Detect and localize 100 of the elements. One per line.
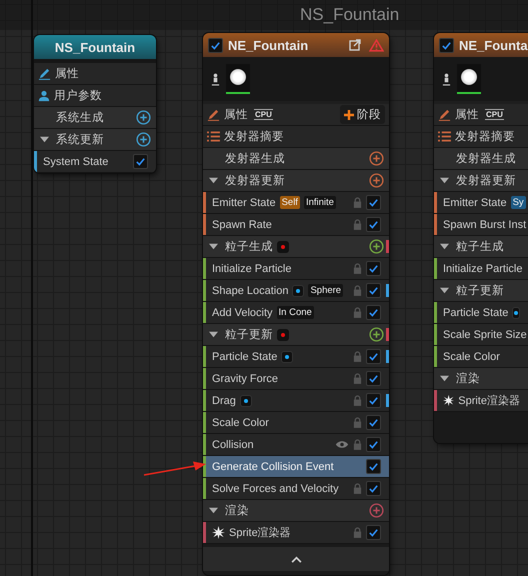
module-checkbox[interactable] <box>366 437 381 452</box>
stage-header[interactable]: 系统生成 <box>34 107 156 129</box>
module-row[interactable]: Emitter State Self Infinite <box>203 192 389 214</box>
properties-row[interactable]: 属性 CPU <box>434 104 528 126</box>
module-row[interactable]: Add Velocity In Cone <box>203 302 389 324</box>
module-row[interactable]: Spawn Burst Inst <box>434 214 528 236</box>
module-name: Drag <box>212 394 236 406</box>
module-name: Sprite渲染器 <box>458 394 520 408</box>
stage-label: 发射器更新 <box>456 173 516 188</box>
expand-arrow-icon[interactable] <box>440 374 449 383</box>
expand-arrow-icon[interactable] <box>440 242 449 251</box>
module-row[interactable]: System State <box>34 151 156 173</box>
add-module-icon[interactable] <box>369 239 384 254</box>
user-params-row[interactable]: 用户参数 <box>34 85 156 107</box>
add-module-icon[interactable] <box>369 327 384 342</box>
module-row[interactable]: Scale Color <box>203 412 389 434</box>
module-row[interactable]: Collision <box>203 434 389 456</box>
module-checkbox[interactable] <box>366 525 381 540</box>
figure-icon[interactable] <box>442 72 451 86</box>
stage-label: 粒子生成 <box>456 240 504 254</box>
module-checkbox[interactable] <box>366 283 381 298</box>
figure-icon[interactable] <box>211 72 220 86</box>
module-row[interactable]: Particle State <box>203 346 389 368</box>
open-window-icon[interactable] <box>349 39 361 51</box>
enable-checkbox[interactable] <box>208 38 223 52</box>
module-row[interactable]: Sprite渲染器 <box>434 390 528 412</box>
checkmark-icon <box>368 263 379 274</box>
expand-arrow-icon[interactable] <box>40 135 49 144</box>
stage-header[interactable]: 粒子生成 <box>434 236 528 258</box>
link-indicator <box>240 394 252 406</box>
module-checkbox[interactable] <box>366 393 381 408</box>
stage-header[interactable]: 粒子更新 <box>434 280 528 302</box>
module-row[interactable]: Solve Forces and Velocity <box>203 478 389 500</box>
stage-header[interactable]: 发射器更新 <box>203 170 389 192</box>
module-checkbox[interactable] <box>366 305 381 320</box>
module-tag: Sy <box>510 196 526 209</box>
enable-checkbox[interactable] <box>439 38 454 52</box>
expand-arrow-icon[interactable] <box>440 286 449 295</box>
module-name: Gravity Force <box>212 372 278 384</box>
summary-row[interactable]: 发射器摘要 <box>434 126 528 148</box>
module-checkbox[interactable] <box>366 217 381 232</box>
module-checkbox[interactable] <box>366 459 381 474</box>
emitter-node[interactable]: NE_Founta 属性 CPU 发射器摘要 发射器生成 发射器更新 Emitter State Sy Spawn Burst Inst 粒子生成 Initialize Particle 粒子更新 Particle State Scale Sprite Size Scale Color 渲染 Sprite渲染器 <box>434 33 528 443</box>
module-checkbox[interactable] <box>366 415 381 430</box>
add-module-icon[interactable] <box>369 173 384 188</box>
expand-arrow-icon[interactable] <box>440 176 449 185</box>
material-thumbnail[interactable] <box>457 64 481 94</box>
material-thumbnail[interactable] <box>226 64 250 94</box>
module-checkbox[interactable] <box>366 349 381 364</box>
expand-arrow-icon[interactable] <box>209 506 218 515</box>
summary-row[interactable]: 发射器摘要 <box>203 126 389 148</box>
module-checkbox[interactable] <box>366 261 381 276</box>
module-checkbox[interactable] <box>133 154 148 169</box>
add-module-icon[interactable] <box>136 132 151 147</box>
stage-header[interactable]: 粒子生成 <box>203 236 389 258</box>
system-node[interactable]: NS_Fountain 属性 用户参数 系统生成 系统更新 System State <box>34 35 156 173</box>
module-row[interactable]: Scale Color <box>434 346 528 368</box>
properties-row[interactable]: 属性 <box>34 63 156 85</box>
eye-icon[interactable] <box>335 440 349 449</box>
module-checkbox[interactable] <box>366 195 381 210</box>
stage-header[interactable]: 发射器更新 <box>434 170 528 192</box>
checkmark-icon <box>368 197 379 208</box>
add-stage-button[interactable]: 阶段 <box>340 105 385 124</box>
expand-arrow-icon[interactable] <box>209 176 218 185</box>
stage-color-stripe <box>34 151 37 172</box>
module-row[interactable]: Drag <box>203 390 389 412</box>
emitter-node[interactable] <box>203 33 389 575</box>
stage-header[interactable]: 发射器生成 <box>203 148 389 170</box>
module-row[interactable]: Sprite渲染器 <box>203 522 389 544</box>
stage-header[interactable]: 粒子更新 <box>203 324 389 346</box>
expand-arrow-icon[interactable] <box>209 242 218 251</box>
checkmark-icon <box>368 439 379 450</box>
module-row[interactable]: Initialize Particle <box>434 258 528 280</box>
module-name: Initialize Particle <box>443 262 522 274</box>
module-row[interactable]: Gravity Force <box>203 368 389 390</box>
add-module-icon[interactable] <box>136 110 151 125</box>
module-checkbox[interactable] <box>366 371 381 386</box>
add-module-icon[interactable] <box>369 503 384 518</box>
module-checkbox[interactable] <box>366 481 381 496</box>
add-module-icon[interactable] <box>369 151 384 166</box>
link-indicator <box>292 284 304 296</box>
module-row[interactable]: Initialize Particle <box>203 258 389 280</box>
stage-label: 系统更新 <box>56 132 104 147</box>
properties-row[interactable]: 属性 CPU 阶段 <box>203 104 389 126</box>
node-title: NE_Fountain <box>228 38 308 52</box>
module-row[interactable]: Shape Location Sphere <box>203 280 389 302</box>
stage-header[interactable]: 渲染 <box>203 500 389 522</box>
stage-header[interactable]: 发射器生成 <box>434 148 528 170</box>
module-row[interactable]: Generate Collision Event <box>203 456 389 478</box>
module-row[interactable]: Spawn Rate <box>203 214 389 236</box>
checkmark-icon <box>368 395 379 406</box>
module-row[interactable]: Scale Sprite Size <box>434 324 528 346</box>
checkmark-icon <box>368 285 379 296</box>
link-indicator <box>281 350 294 362</box>
stage-header[interactable]: 渲染 <box>434 368 528 390</box>
expand-arrow-icon[interactable] <box>209 330 218 339</box>
module-row[interactable]: Emitter State Sy <box>434 192 528 214</box>
module-row[interactable]: Particle State <box>434 302 528 324</box>
user-icon <box>38 90 50 102</box>
stage-header[interactable]: 系统更新 <box>34 129 156 151</box>
